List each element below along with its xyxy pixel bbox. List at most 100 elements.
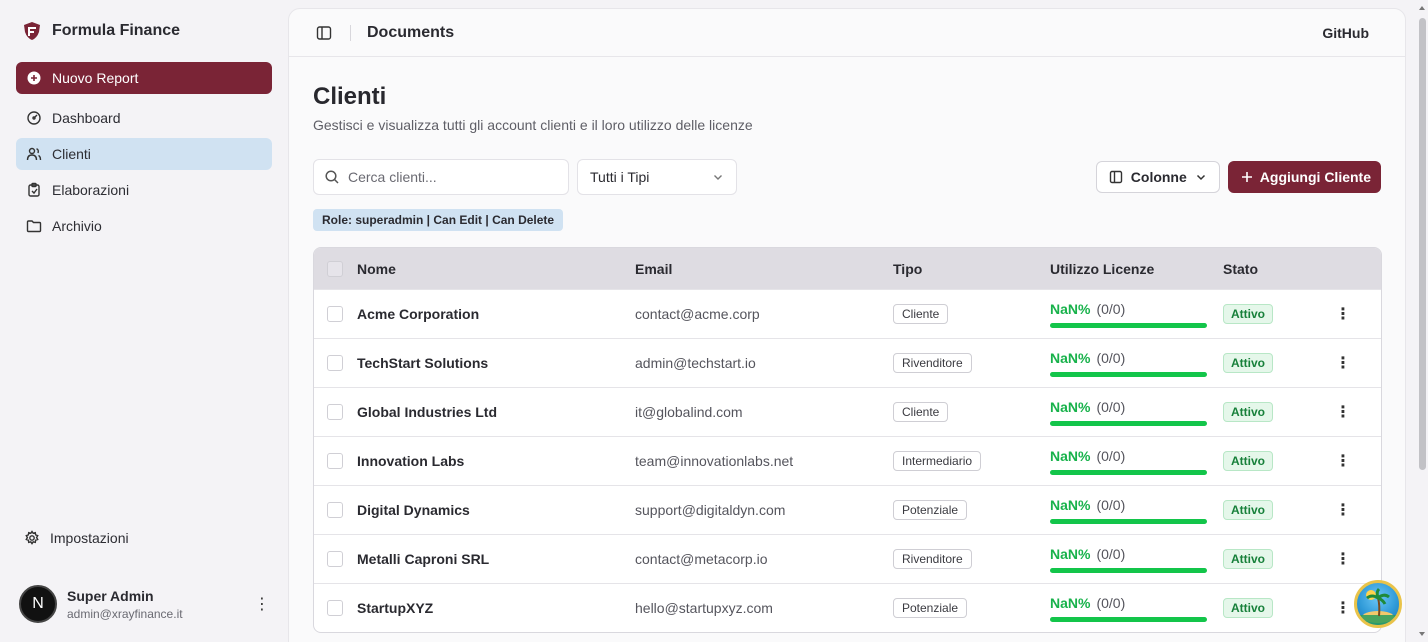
role-badge: Role: superadmin | Can Edit | Can Delete <box>313 209 564 231</box>
client-name: TechStart Solutions <box>357 355 489 371</box>
license-usage: NaN% (0/0) <box>1050 399 1223 426</box>
license-count: (0/0) <box>1096 496 1126 513</box>
row-actions-icon[interactable]: ⋮ <box>1335 306 1351 323</box>
row-actions-icon[interactable]: ⋮ <box>1335 355 1351 372</box>
license-percent: NaN% <box>1050 349 1091 366</box>
main-panel: Documents GitHub Clienti Gestisci e visu… <box>288 8 1406 642</box>
type-badge: Potenziale <box>893 500 968 520</box>
header-status[interactable]: Stato <box>1223 261 1323 277</box>
license-count: (0/0) <box>1096 594 1126 611</box>
sidebar-item-label: Archivio <box>52 218 102 234</box>
client-name: Metalli Caproni SRL <box>357 551 490 567</box>
client-name: StartupXYZ <box>357 600 434 616</box>
license-progress-bar <box>1050 322 1207 328</box>
type-badge: Rivenditore <box>893 549 972 569</box>
client-email: contact@acme.corp <box>635 306 760 322</box>
row-checkbox[interactable] <box>327 502 343 518</box>
add-client-button[interactable]: Aggiungi Cliente <box>1227 161 1381 193</box>
license-count: (0/0) <box>1096 447 1126 464</box>
sidebar-item-clienti[interactable]: Clienti <box>16 138 272 170</box>
select-all-checkbox[interactable] <box>327 260 343 277</box>
more-vertical-icon[interactable]: ⋮ <box>252 594 272 614</box>
sidebar-item-label: Clienti <box>52 146 91 162</box>
gauge-icon <box>27 111 41 125</box>
settings-label: Impostazioni <box>50 530 129 546</box>
license-percent: NaN% <box>1050 545 1091 562</box>
header-email[interactable]: Email <box>635 261 893 277</box>
search-input[interactable] <box>348 169 558 185</box>
row-actions-icon[interactable]: ⋮ <box>1335 453 1351 470</box>
table-row[interactable]: TechStart Solutions admin@techstart.io Riv… <box>314 338 1381 387</box>
type-filter-select[interactable]: Tutti i Tipi <box>577 159 737 195</box>
new-report-label: Nuovo Report <box>52 70 139 86</box>
avatar: N <box>19 585 57 623</box>
license-percent: NaN% <box>1050 300 1091 317</box>
sidebar-item-archivio[interactable]: Archivio <box>16 210 272 242</box>
row-checkbox[interactable] <box>327 600 343 616</box>
header-type[interactable]: Tipo <box>893 261 1050 277</box>
client-email: it@globalind.com <box>635 404 743 420</box>
type-badge: Intermediario <box>893 451 982 471</box>
license-usage: NaN% (0/0) <box>1050 546 1223 573</box>
header-licenses[interactable]: Utilizzo Licenze <box>1050 261 1223 277</box>
settings-link[interactable]: Impostazioni <box>16 522 272 554</box>
scroll-down-arrow-icon[interactable] <box>1418 630 1426 638</box>
row-actions-icon[interactable]: ⋮ <box>1335 404 1351 421</box>
status-badge: Attivo <box>1223 549 1273 569</box>
sidebar-item-label: Elaborazioni <box>52 182 130 198</box>
status-badge: Attivo <box>1223 304 1273 324</box>
page-scrollbar[interactable] <box>1419 18 1426 470</box>
row-actions-icon[interactable]: ⋮ <box>1335 551 1351 568</box>
scroll-up-arrow-icon[interactable] <box>1418 4 1426 12</box>
status-badge: Attivo <box>1223 500 1273 520</box>
sidebar-item-elaborazioni[interactable]: Elaborazioni <box>16 174 272 206</box>
license-percent: NaN% <box>1050 496 1091 513</box>
columns-label: Colonne <box>1130 169 1187 185</box>
row-checkbox[interactable] <box>327 306 343 322</box>
github-link[interactable]: GitHub <box>1322 25 1369 41</box>
table-row[interactable]: Acme Corporation contact@acme.corp Cliente… <box>314 289 1381 338</box>
columns-icon <box>1109 170 1122 184</box>
formula-finance-logo-icon <box>24 22 40 40</box>
table-row[interactable]: Global Industries Ltd it@globalind.com Cli… <box>314 387 1381 436</box>
add-client-label: Aggiungi Cliente <box>1259 169 1371 185</box>
row-actions-icon[interactable]: ⋮ <box>1335 600 1351 617</box>
license-usage: NaN% (0/0) <box>1050 448 1223 475</box>
table-row[interactable]: Metalli Caproni SRL contact@metacorp.io Ri… <box>314 534 1381 583</box>
license-progress-bar <box>1050 616 1207 622</box>
type-filter-value: Tutti i Tipi <box>590 169 650 185</box>
new-report-button[interactable]: Nuovo Report <box>16 62 272 94</box>
row-checkbox[interactable] <box>327 551 343 567</box>
row-actions-icon[interactable]: ⋮ <box>1335 502 1351 519</box>
header-name[interactable]: Nome <box>357 261 635 277</box>
floating-assistant-button[interactable] <box>1354 580 1402 628</box>
row-checkbox[interactable] <box>327 355 343 371</box>
user-menu[interactable]: N Super Admin admin@xrayfinance.it ⋮ <box>16 576 272 632</box>
topbar: Documents GitHub <box>289 9 1405 57</box>
sidebar-item-dashboard[interactable]: Dashboard <box>16 102 272 134</box>
license-count: (0/0) <box>1096 545 1126 562</box>
folder-icon <box>26 220 42 233</box>
sidebar-toggle-icon[interactable] <box>314 23 334 43</box>
search-icon <box>325 170 339 184</box>
license-count: (0/0) <box>1096 398 1126 415</box>
sidebar-item-label: Dashboard <box>52 110 121 126</box>
license-progress-bar <box>1050 371 1207 377</box>
client-email: admin@techstart.io <box>635 355 756 371</box>
license-progress-bar <box>1050 567 1207 573</box>
row-checkbox[interactable] <box>327 404 343 420</box>
client-name: Innovation Labs <box>357 453 465 469</box>
license-usage: NaN% (0/0) <box>1050 350 1223 377</box>
row-checkbox[interactable] <box>327 453 343 469</box>
brand[interactable]: Formula Finance <box>16 0 272 62</box>
columns-button[interactable]: Colonne <box>1095 161 1220 193</box>
license-progress-bar <box>1050 469 1207 475</box>
table-row[interactable]: Innovation Labs team@innovationlabs.net In… <box>314 436 1381 485</box>
license-usage: NaN% (0/0) <box>1050 301 1223 328</box>
chevron-down-icon <box>714 175 722 180</box>
table-row[interactable]: Digital Dynamics support@digitaldyn.com Po… <box>314 485 1381 534</box>
search-box[interactable] <box>313 159 569 195</box>
table-row[interactable]: StartupXYZ hello@startupxyz.com Potenziale… <box>314 583 1381 632</box>
clients-table: Nome Email Tipo Utilizzo Licenze Stato A… <box>313 247 1382 633</box>
client-email: support@digitaldyn.com <box>635 502 786 518</box>
